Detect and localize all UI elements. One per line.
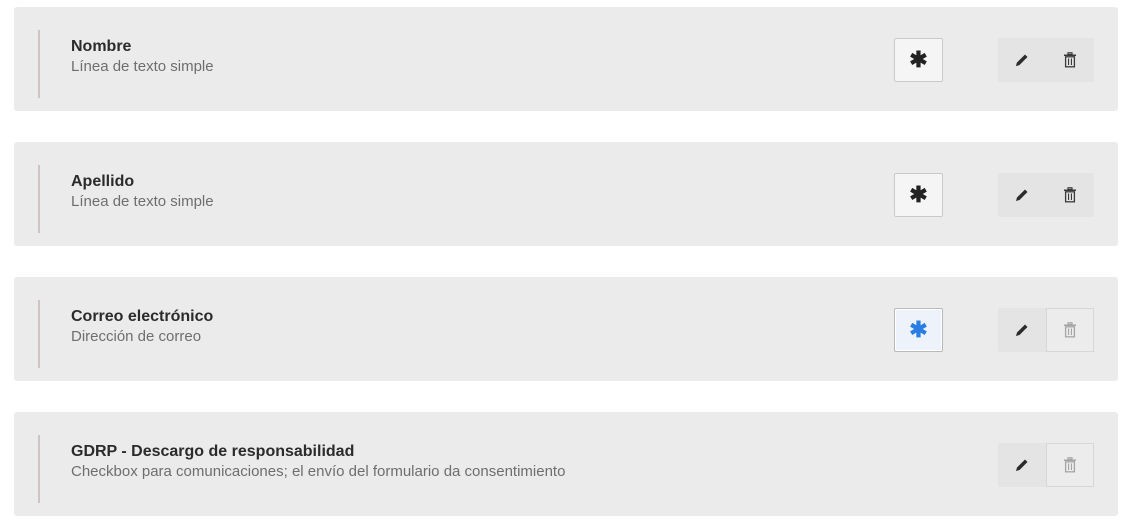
delete-button[interactable]	[1046, 173, 1094, 217]
field-info: Nombre Línea de texto simple	[71, 38, 214, 76]
pencil-icon	[1016, 54, 1028, 66]
trash-icon	[1064, 322, 1076, 338]
required-toggle-button[interactable]: ✱	[894, 308, 943, 352]
delete-button[interactable]	[1046, 443, 1094, 487]
asterisk-icon: ✱	[909, 182, 928, 207]
field-type-label: Línea de texto simple	[71, 58, 214, 75]
field-actions	[998, 173, 1094, 217]
delete-button[interactable]	[1046, 38, 1094, 82]
drag-handle[interactable]	[38, 300, 40, 368]
pencil-icon	[1016, 459, 1028, 471]
field-title: Apellido	[71, 173, 135, 190]
field-title: Correo electrónico	[71, 308, 214, 325]
form-field-row[interactable]: GDRP - Descargo de responsabilidad Check…	[14, 412, 1118, 516]
edit-button[interactable]	[998, 443, 1046, 487]
edit-button[interactable]	[998, 38, 1046, 82]
field-info: GDRP - Descargo de responsabilidad Check…	[71, 443, 565, 481]
field-title: Nombre	[71, 38, 132, 55]
required-toggle-button[interactable]: ✱	[894, 38, 943, 82]
trash-icon	[1064, 187, 1076, 203]
field-type-label: Línea de texto simple	[71, 193, 214, 210]
field-type-label: Dirección de correo	[71, 328, 202, 345]
asterisk-icon: ✱	[909, 47, 928, 72]
field-actions	[998, 38, 1094, 82]
drag-handle[interactable]	[38, 30, 40, 98]
form-field-row[interactable]: Nombre Línea de texto simple ✱	[14, 7, 1118, 111]
trash-icon	[1064, 457, 1076, 473]
asterisk-icon: ✱	[909, 317, 928, 342]
field-info: Correo electrónico Dirección de correo	[71, 308, 213, 346]
field-actions	[998, 443, 1094, 487]
field-actions	[998, 308, 1094, 352]
delete-button[interactable]	[1046, 308, 1094, 352]
field-info: Apellido Línea de texto simple	[71, 173, 214, 211]
required-toggle-button[interactable]: ✱	[894, 173, 943, 217]
edit-button[interactable]	[998, 173, 1046, 217]
field-type-label: Checkbox para comunicaciones; el envío d…	[71, 463, 566, 480]
drag-handle[interactable]	[38, 435, 40, 503]
drag-handle[interactable]	[38, 165, 40, 233]
form-field-row[interactable]: Apellido Línea de texto simple ✱	[14, 142, 1118, 246]
trash-icon	[1064, 52, 1076, 68]
pencil-icon	[1016, 324, 1028, 336]
field-title: GDRP - Descargo de responsabilidad	[71, 443, 355, 460]
edit-button[interactable]	[998, 308, 1046, 352]
pencil-icon	[1016, 189, 1028, 201]
form-field-row[interactable]: Correo electrónico Dirección de correo ✱	[14, 277, 1118, 381]
